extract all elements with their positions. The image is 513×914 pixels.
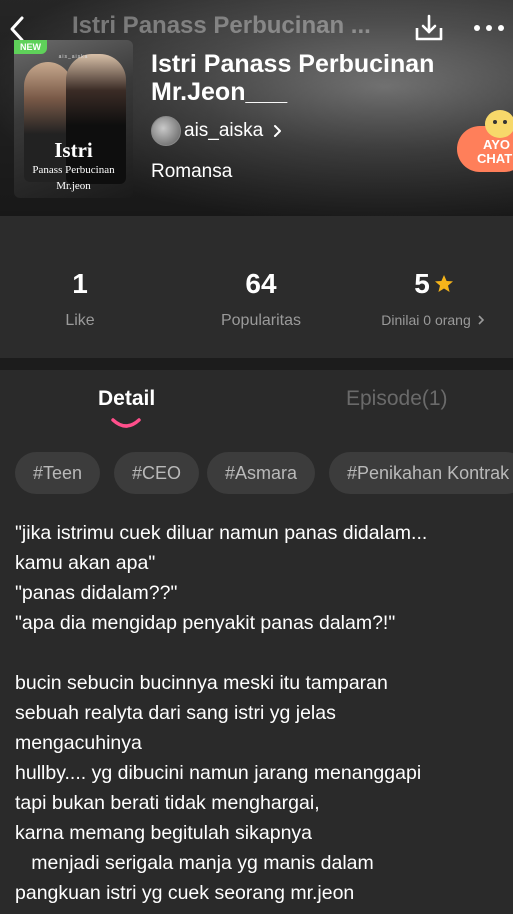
- section-divider: [0, 358, 513, 370]
- stat-popularity: 64 Popularitas: [176, 266, 346, 330]
- popularity-label: Popularitas: [220, 312, 302, 329]
- tab-detail[interactable]: Detail: [98, 387, 155, 411]
- top-bar: Istri Panass Perbucinan ...: [0, 0, 513, 56]
- tag-chip[interactable]: #CEO: [114, 452, 200, 494]
- tag-chip[interactable]: #Teen: [15, 452, 101, 494]
- cover-title-line2: Panass Perbucinan: [32, 164, 115, 176]
- more-options-button[interactable]: [472, 14, 506, 42]
- ayo-chat-button[interactable]: AYO CHAT: [457, 110, 513, 172]
- book-title: Istri Panass Perbucinan Mr.Jeon___: [151, 50, 435, 106]
- author-name: ais_aiska: [184, 120, 264, 141]
- chat-bubble-line2: CHAT: [477, 151, 513, 166]
- author-link[interactable]: ais_aiska: [151, 116, 283, 146]
- tab-active-indicator: [111, 418, 141, 428]
- genre-label[interactable]: Romansa: [151, 161, 232, 183]
- new-badge: NEW: [14, 40, 47, 54]
- chat-bubble-line1: AYO: [483, 137, 510, 152]
- stats-panel: 1 Like 64 Popularitas 5 Dinilai 0 orang: [0, 216, 513, 358]
- stat-rating[interactable]: 5 Dinilai 0 orang: [356, 266, 512, 328]
- content-panel: Detail Episode(1) #Teen #CEO #Asmara #Pe…: [0, 370, 513, 914]
- cover-title-line1: Istri: [54, 138, 93, 162]
- rating-label: Dinilai 0 orang: [356, 312, 512, 328]
- tag-chip[interactable]: #Penikahan Kontrak: [329, 452, 513, 494]
- more-dots-icon: [474, 25, 504, 31]
- download-button[interactable]: [413, 12, 445, 44]
- tab-episode[interactable]: Episode(1): [346, 387, 448, 411]
- likes-label: Like: [65, 312, 95, 329]
- chevron-right-icon: [274, 125, 282, 137]
- cover-title-line3: Mr.jeon: [56, 180, 91, 192]
- book-description: "jika istrimu cuek diluar namun panas di…: [15, 522, 428, 904]
- likes-count: 1: [72, 268, 88, 299]
- chat-mascot-icon: [485, 110, 513, 138]
- rating-value: 5: [414, 268, 430, 299]
- popularity-count: 64: [245, 268, 277, 299]
- star-icon: [434, 275, 453, 292]
- author-avatar: [151, 116, 181, 146]
- chevron-right-small-icon: [478, 315, 484, 325]
- tag-chip[interactable]: #Asmara: [207, 452, 316, 494]
- rating-count-text: Dinilai 0 orang: [381, 312, 471, 328]
- tag-list: #Teen #CEO #Asmara #Penikahan Kontrak: [15, 452, 513, 494]
- rating-row: 5: [356, 266, 512, 302]
- stat-likes: 1 Like: [0, 266, 160, 330]
- download-icon: [415, 14, 443, 41]
- book-cover[interactable]: ais_aiska Istri Panass Perbucinan Mr.jeo…: [14, 40, 133, 198]
- header-title: Istri Panass Perbucinan ...: [72, 12, 371, 39]
